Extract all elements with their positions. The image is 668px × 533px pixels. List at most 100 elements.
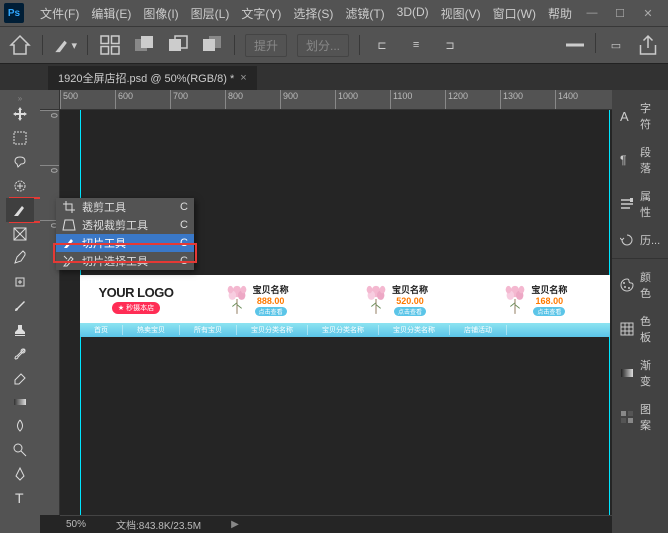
ruler-tick: 700 [170,90,225,109]
product-name: 宝贝名称 [392,283,428,296]
nav-item: 宝贝分类名称 [379,325,450,335]
document-tab[interactable]: 1920全屏店招.psd @ 50%(RGB/8) * × [48,66,257,90]
tab-title: 1920全屏店招.psd @ 50%(RGB/8) * [58,70,234,86]
panel-历...[interactable]: 历... [612,226,668,254]
flyout-persp[interactable]: 透视裁剪工具 C [56,216,194,234]
panel-label: 段落 [640,144,660,176]
gradient-tool[interactable] [6,390,34,414]
align-right-icon[interactable]: ⊐ [438,33,462,57]
eraser-tool[interactable] [6,366,34,390]
stamp-tool[interactable] [6,318,34,342]
healing-tool[interactable] [6,270,34,294]
menu-选择(S)[interactable]: 选择(S) [287,5,339,22]
颜色-icon [620,278,634,292]
tab-close-icon[interactable]: × [240,72,246,84]
maximize-button[interactable]: ☐ [612,5,628,21]
panel-颜色[interactable]: 颜色 [612,263,668,307]
dodge-tool[interactable] [6,438,34,462]
eyedropper-tool[interactable] [6,246,34,270]
ruler-tick: 1100 [390,90,445,109]
段落-icon: ¶ [620,153,634,167]
canvas-viewport[interactable]: YOUR LOGO ★秒摄本店 宝贝名称888.00点击查看宝贝名称520.00… [60,110,612,515]
panel-label: 图案 [640,401,660,433]
字符-icon: A [620,109,634,123]
sale-badge: ★秒摄本店 [112,302,160,314]
slice-tool-icon[interactable]: ▾ [53,33,77,57]
ruler-tick: 600 [115,90,170,109]
align-left-icon[interactable]: ⊏ [370,33,394,57]
window-controls: — ☐ ✕ [584,5,664,21]
flyout-label: 透视裁剪工具 [82,217,148,233]
product-price: 168.00 [536,296,564,306]
horizontal-ruler[interactable]: 50060070080090010001100120013001400 [60,90,612,110]
panel-渐变[interactable]: 渐变 [612,351,668,395]
brush-tool[interactable] [6,294,34,318]
canvas-area: 50060070080090010001100120013001400 000 … [40,90,612,533]
stack-back-icon[interactable] [200,33,224,57]
panel-label: 渐变 [640,357,660,389]
lasso-tool[interactable] [6,150,34,174]
vertical-ruler[interactable]: 000 [40,110,60,515]
share-icon[interactable] [636,33,660,57]
right-panel-dock: A字符 ¶ 段落属性历... 颜色色板渐变图案 [612,90,668,533]
panel-段落[interactable]: ¶ 段落 [612,138,668,182]
pen-tool[interactable] [6,462,34,486]
frame-tool[interactable] [6,222,34,246]
menu-视图(V)[interactable]: 视图(V) [435,5,487,22]
hide-icon[interactable] [563,33,587,57]
nav-item: 店铺活动 [450,325,507,335]
minimize-button[interactable]: — [584,5,600,21]
align-center-icon[interactable]: ≡ [404,33,428,57]
marquee-tool[interactable] [6,126,34,150]
menu-文字(Y)[interactable]: 文字(Y) [235,5,287,22]
stack-forward-icon[interactable] [166,33,190,57]
panel-属性[interactable]: 属性 [612,182,668,226]
menu-图层(L)[interactable]: 图层(L) [185,5,236,22]
panel-字符[interactable]: A字符 [612,94,668,138]
type-tool[interactable]: T [6,486,34,510]
menu-图像(I)[interactable]: 图像(I) [137,5,184,22]
flyout-slicesel[interactable]: 切片选择工具C [56,252,194,270]
panel-label: 历... [640,232,660,248]
flyout-slice[interactable]: 切片工具C [56,234,194,252]
product-button: 点击查看 [255,307,287,316]
ruler-tick: 500 [60,90,115,109]
ruler-tick: 1000 [335,90,390,109]
panel-色板[interactable]: 色板 [612,307,668,351]
slicesel-icon [62,254,76,268]
menu-编辑(E)[interactable]: 编辑(E) [85,5,137,22]
panel-图案[interactable]: 图案 [612,395,668,439]
stack-front-icon[interactable] [132,33,156,57]
history-brush-tool[interactable] [6,342,34,366]
flyout-label: 切片选择工具 [82,253,148,269]
menu-文件(F)[interactable]: 文件(F) [34,5,85,22]
close-button[interactable]: ✕ [640,5,656,21]
product-button: 点击查看 [533,307,565,316]
quick-select-tool[interactable] [6,174,34,198]
slice-style-icon[interactable] [98,33,122,57]
crop-slice-tool[interactable] [6,198,34,222]
menu-3D(D)[interactable]: 3D(D) [391,5,435,22]
nav-item: 宝贝分类名称 [237,325,308,335]
flyout-shortcut: C [180,237,188,249]
options-bar: ▾ 提升 划分... ⊏ ≡ ⊐ ▭ [0,26,668,64]
flyout-crop[interactable]: 裁剪工具C [56,198,194,216]
status-arrow-icon[interactable]: ▶ [231,519,239,530]
flyout-shortcut: C [180,219,188,231]
zoom-level[interactable]: 50% [66,519,86,530]
move-tool[interactable] [6,102,34,126]
menu-滤镜(T)[interactable]: 滤镜(T) [339,5,390,22]
ruler-tick: 900 [280,90,335,109]
artboard: YOUR LOGO ★秒摄本店 宝贝名称888.00点击查看宝贝名称520.00… [80,275,610,337]
promote-button[interactable]: 提升 [245,34,287,57]
menu-帮助[interactable]: 帮助 [542,5,578,22]
divide-button[interactable]: 划分... [297,34,349,57]
banner-area: YOUR LOGO ★秒摄本店 宝贝名称888.00点击查看宝贝名称520.00… [80,275,610,323]
历...-icon [620,233,634,247]
blur-tool[interactable] [6,414,34,438]
arrange-icon[interactable]: ▭ [604,33,628,57]
menu-窗口(W)[interactable]: 窗口(W) [487,5,542,22]
banner-logo-text: YOUR LOGO [99,285,174,300]
home-icon[interactable] [8,33,32,57]
ruler-tick-v: 0 [40,110,59,165]
